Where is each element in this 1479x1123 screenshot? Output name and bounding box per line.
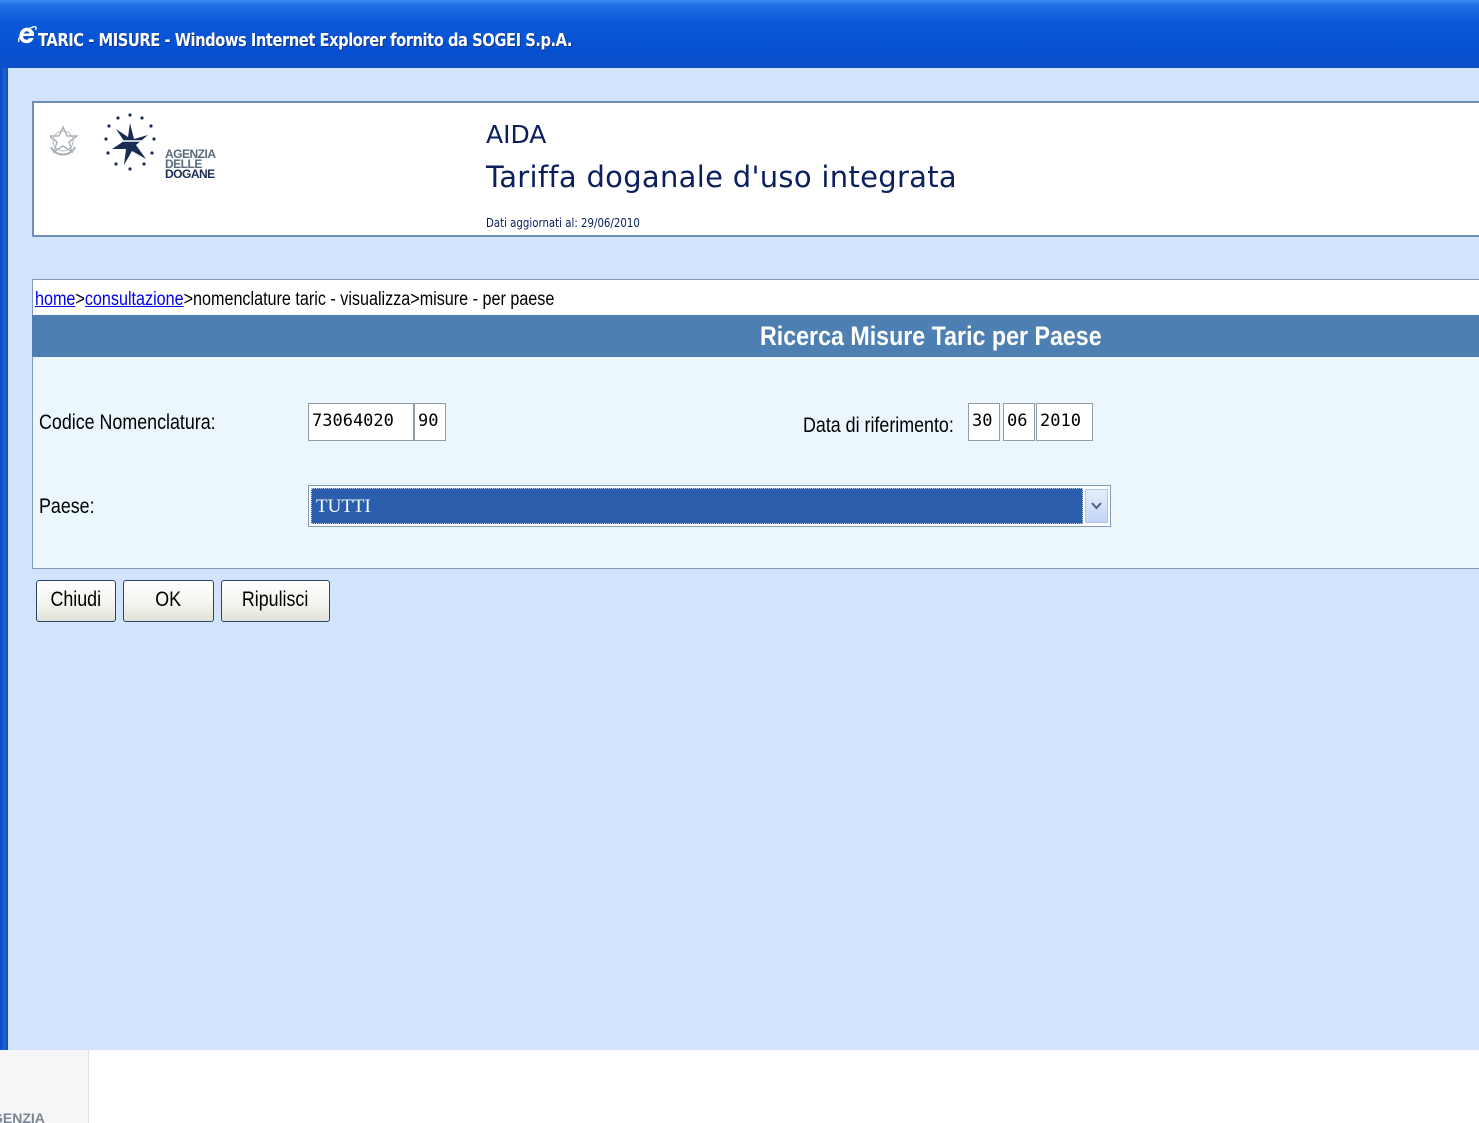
ok-button[interactable]: OK [123, 580, 214, 622]
chevron-down-icon [1091, 502, 1102, 510]
breadcrumb-home-link[interactable]: home [35, 289, 75, 310]
data-day-input[interactable]: 30 [968, 403, 1000, 441]
chiudi-button[interactable]: Chiudi [36, 580, 116, 622]
window-frame-left [0, 68, 8, 1050]
ripulisci-button[interactable]: Ripulisci [221, 580, 330, 622]
codice-suffix-input[interactable]: 90 [414, 403, 446, 441]
paese-select[interactable]: TUTTI [308, 485, 1111, 527]
agency-name: AGENZIA DELLE DOGANE [165, 147, 216, 181]
app-header: AGENZIA DELLE DOGANE AIDA Tariffa dogana… [32, 101, 1479, 237]
logo-fragment-text: GENZIA [0, 1110, 45, 1123]
breadcrumb-consultazione-link[interactable]: consultazione [85, 289, 184, 310]
data-riferimento-label: Data di riferimento: [803, 414, 954, 437]
breadcrumb-current-path: >nomenclature taric - visualizza>misure … [183, 289, 555, 310]
app-name: AIDA [486, 120, 547, 149]
background-logo-fragment: GENZIA [0, 1050, 89, 1123]
internet-explorer-icon [18, 26, 37, 44]
browser-window: TARIC - MISURE - Windows Internet Explor… [0, 0, 1479, 1050]
title-bar[interactable]: TARIC - MISURE - Windows Internet Explor… [0, 0, 1479, 68]
search-form [32, 357, 1479, 569]
data-updated-date: Dati aggiornati al: 29/06/2010 [486, 216, 640, 230]
breadcrumb-bar: home>consultazione>nomenclature taric - … [32, 279, 1479, 315]
paese-label: Paese: [39, 495, 95, 518]
paese-selected-value: TUTTI [311, 488, 1083, 524]
breadcrumb: home>consultazione>nomenclature taric - … [35, 289, 554, 311]
data-year-input[interactable]: 2010 [1036, 403, 1093, 441]
app-subtitle: Tariffa doganale d'uso integrata [486, 160, 957, 194]
data-month-input[interactable]: 06 [1003, 403, 1035, 441]
codice-nomenclatura-label: Codice Nomenclatura: [39, 411, 216, 434]
breadcrumb-separator: > [75, 289, 85, 310]
agency-logo: AGENZIA DELLE DOGANE [47, 111, 230, 191]
section-title: Ricerca Misure Taric per Paese [760, 321, 1102, 351]
codice-nomenclatura-input[interactable]: 73064020 [308, 403, 414, 441]
window-title: TARIC - MISURE - Windows Internet Explor… [38, 30, 572, 51]
dropdown-arrow-button[interactable] [1085, 489, 1108, 523]
section-header: Ricerca Misure Taric per Paese [32, 315, 1479, 357]
